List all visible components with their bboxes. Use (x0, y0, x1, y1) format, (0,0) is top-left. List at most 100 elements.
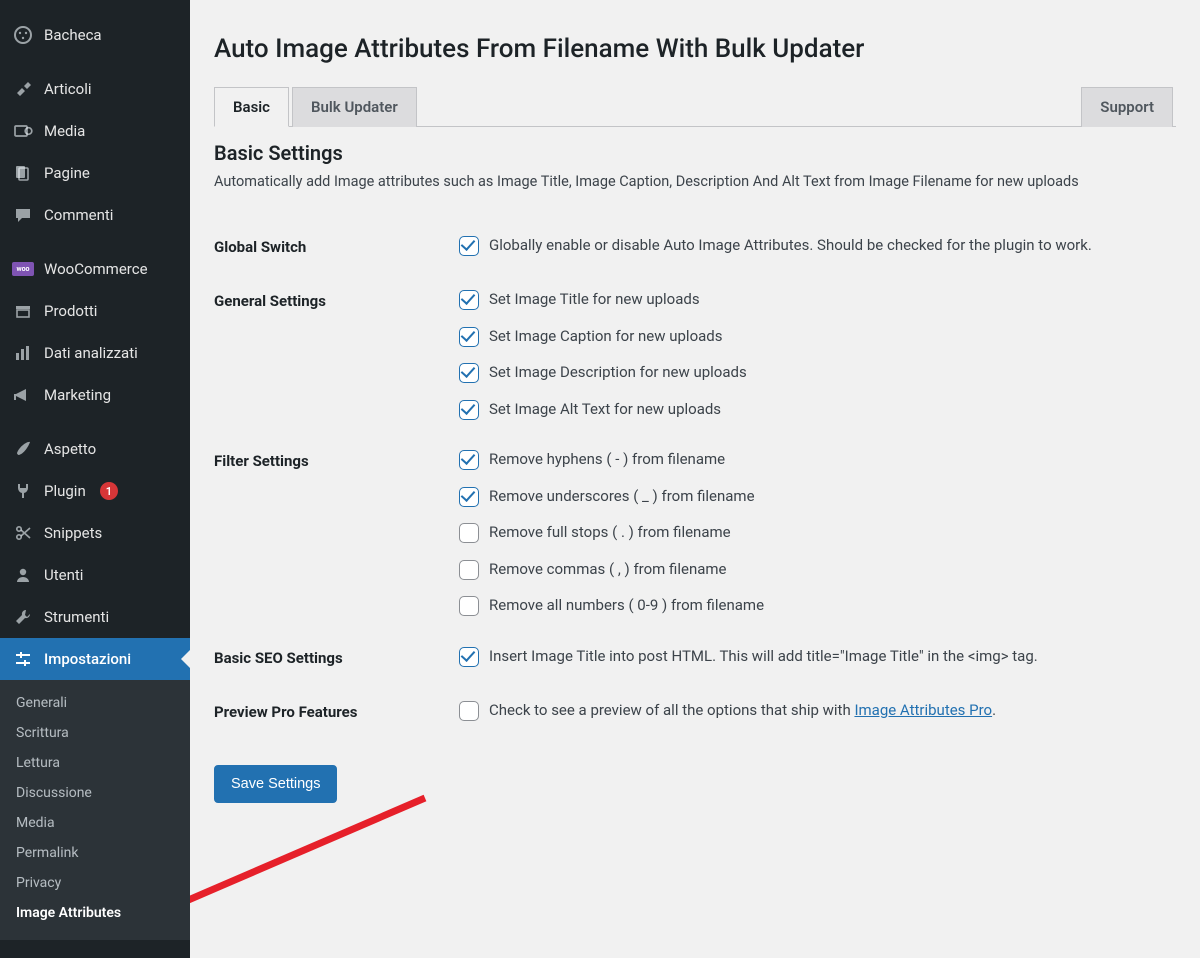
sidebar-item-label: Prodotti (44, 302, 97, 320)
section-description: Automatically add Image attributes such … (214, 173, 1176, 190)
checkbox-icon[interactable] (459, 701, 479, 721)
option-label: Set Image Caption for new uploads (489, 325, 723, 348)
option-insert-title-html[interactable]: Insert Image Title into post HTML. This … (459, 645, 1166, 668)
checkbox-icon[interactable] (459, 596, 479, 616)
sidebar-item-label: Plugin (44, 482, 86, 500)
option-label: Set Image Alt Text for new uploads (489, 398, 721, 421)
annotation-arrow-icon (190, 788, 440, 948)
row-label-filter-settings: Filter Settings (214, 434, 459, 631)
sidebar-item-products[interactable]: Prodotti (0, 290, 190, 332)
archive-icon (12, 300, 34, 322)
checkbox-icon[interactable] (459, 450, 479, 470)
sidebar-item-media[interactable]: Media (0, 110, 190, 152)
sidebar-item-appearance[interactable]: Aspetto (0, 428, 190, 470)
option-label: Insert Image Title into post HTML. This … (489, 645, 1038, 668)
option-label: Remove commas ( , ) from filename (489, 558, 727, 581)
tab-support[interactable]: Support (1081, 87, 1173, 127)
submenu-image-attributes[interactable]: Image Attributes (0, 898, 190, 928)
option-set-caption[interactable]: Set Image Caption for new uploads (459, 325, 1166, 348)
sidebar-item-label: WooCommerce (44, 260, 148, 278)
option-remove-hyphens[interactable]: Remove hyphens ( - ) from filename (459, 448, 1166, 471)
chart-icon (12, 342, 34, 364)
option-remove-commas[interactable]: Remove commas ( , ) from filename (459, 558, 1166, 581)
checkbox-icon[interactable] (459, 400, 479, 420)
sidebar-item-label: Media (44, 122, 85, 140)
submenu-general[interactable]: Generali (0, 688, 190, 718)
sidebar-item-dashboard[interactable]: Bacheca (0, 14, 190, 56)
option-label: Remove underscores ( _ ) from filename (489, 485, 755, 508)
update-badge: 1 (100, 482, 118, 500)
dashboard-icon (12, 24, 34, 46)
tab-basic[interactable]: Basic (214, 87, 289, 127)
save-settings-button[interactable]: Save Settings (214, 765, 337, 803)
option-label: Remove full stops ( . ) from filename (489, 521, 731, 544)
media-icon (12, 120, 34, 142)
sidebar-item-posts[interactable]: Articoli (0, 68, 190, 110)
sidebar-item-settings[interactable]: Impostazioni (0, 638, 190, 680)
submenu-writing[interactable]: Scrittura (0, 718, 190, 748)
submenu-reading[interactable]: Lettura (0, 748, 190, 778)
sidebar-item-label: Strumenti (44, 608, 109, 626)
row-label-general-settings: General Settings (214, 274, 459, 434)
sidebar-item-comments[interactable]: Commenti (0, 194, 190, 236)
checkbox-icon[interactable] (459, 236, 479, 256)
option-remove-underscores[interactable]: Remove underscores ( _ ) from filename (459, 485, 1166, 508)
settings-table: Global Switch Globally enable or disable… (214, 220, 1176, 739)
brush-icon (12, 438, 34, 460)
sidebar-item-tools[interactable]: Strumenti (0, 596, 190, 638)
option-remove-numbers[interactable]: Remove all numbers ( 0-9 ) from filename (459, 594, 1166, 617)
checkbox-icon[interactable] (459, 560, 479, 580)
submenu-permalink[interactable]: Permalink (0, 838, 190, 868)
submenu-media[interactable]: Media (0, 808, 190, 838)
option-label: Check to see a preview of all the option… (489, 699, 996, 722)
sidebar-item-woocommerce[interactable]: woo WooCommerce (0, 248, 190, 290)
settings-submenu: Generali Scrittura Lettura Discussione M… (0, 680, 190, 940)
option-preview-pro[interactable]: Check to see a preview of all the option… (459, 699, 1166, 722)
checkbox-icon[interactable] (459, 523, 479, 543)
option-global-enable[interactable]: Globally enable or disable Auto Image At… (459, 234, 1166, 257)
wrench-icon (12, 606, 34, 628)
woo-icon: woo (12, 258, 34, 280)
row-label-basic-seo: Basic SEO Settings (214, 631, 459, 685)
tab-bar: Basic Bulk Updater Support (214, 86, 1176, 127)
sidebar-item-users[interactable]: Utenti (0, 554, 190, 596)
checkbox-icon[interactable] (459, 363, 479, 383)
sidebar-item-analytics[interactable]: Dati analizzati (0, 332, 190, 374)
page-title: Auto Image Attributes From Filename With… (214, 24, 1176, 64)
checkbox-icon[interactable] (459, 487, 479, 507)
image-attributes-pro-link[interactable]: Image Attributes Pro (854, 701, 992, 719)
sliders-icon (12, 648, 34, 670)
checkbox-icon[interactable] (459, 647, 479, 667)
checkbox-icon[interactable] (459, 327, 479, 347)
row-label-global-switch: Global Switch (214, 220, 459, 274)
option-set-alt[interactable]: Set Image Alt Text for new uploads (459, 398, 1166, 421)
user-icon (12, 564, 34, 586)
sidebar-item-label: Utenti (44, 566, 83, 584)
sidebar-item-marketing[interactable]: Marketing (0, 374, 190, 416)
submenu-discussion[interactable]: Discussione (0, 778, 190, 808)
sidebar-item-label: Impostazioni (44, 650, 131, 668)
sidebar-item-plugins[interactable]: Plugin 1 (0, 470, 190, 512)
sidebar-item-label: Aspetto (44, 440, 96, 458)
pin-icon (12, 78, 34, 100)
option-set-description[interactable]: Set Image Description for new uploads (459, 361, 1166, 384)
row-label-preview-pro: Preview Pro Features (214, 685, 459, 739)
sidebar-item-snippets[interactable]: Snippets (0, 512, 190, 554)
option-remove-fullstops[interactable]: Remove full stops ( . ) from filename (459, 521, 1166, 544)
admin-sidebar: Bacheca Articoli Media Pagine Commenti w… (0, 0, 190, 958)
comment-icon (12, 204, 34, 226)
sidebar-item-label: Pagine (44, 164, 90, 182)
submenu-privacy[interactable]: Privacy (0, 868, 190, 898)
option-label-text: Check to see a preview of all the option… (489, 701, 854, 719)
megaphone-icon (12, 384, 34, 406)
option-label: Globally enable or disable Auto Image At… (489, 234, 1092, 257)
main-content: Auto Image Attributes From Filename With… (190, 0, 1200, 958)
option-label-text: . (992, 701, 996, 719)
option-set-title[interactable]: Set Image Title for new uploads (459, 288, 1166, 311)
checkbox-icon[interactable] (459, 290, 479, 310)
tab-bulk-updater[interactable]: Bulk Updater (292, 87, 417, 127)
sidebar-item-pages[interactable]: Pagine (0, 152, 190, 194)
option-label: Set Image Description for new uploads (489, 361, 747, 384)
scissors-icon (12, 522, 34, 544)
section-title: Basic Settings (214, 141, 1176, 165)
